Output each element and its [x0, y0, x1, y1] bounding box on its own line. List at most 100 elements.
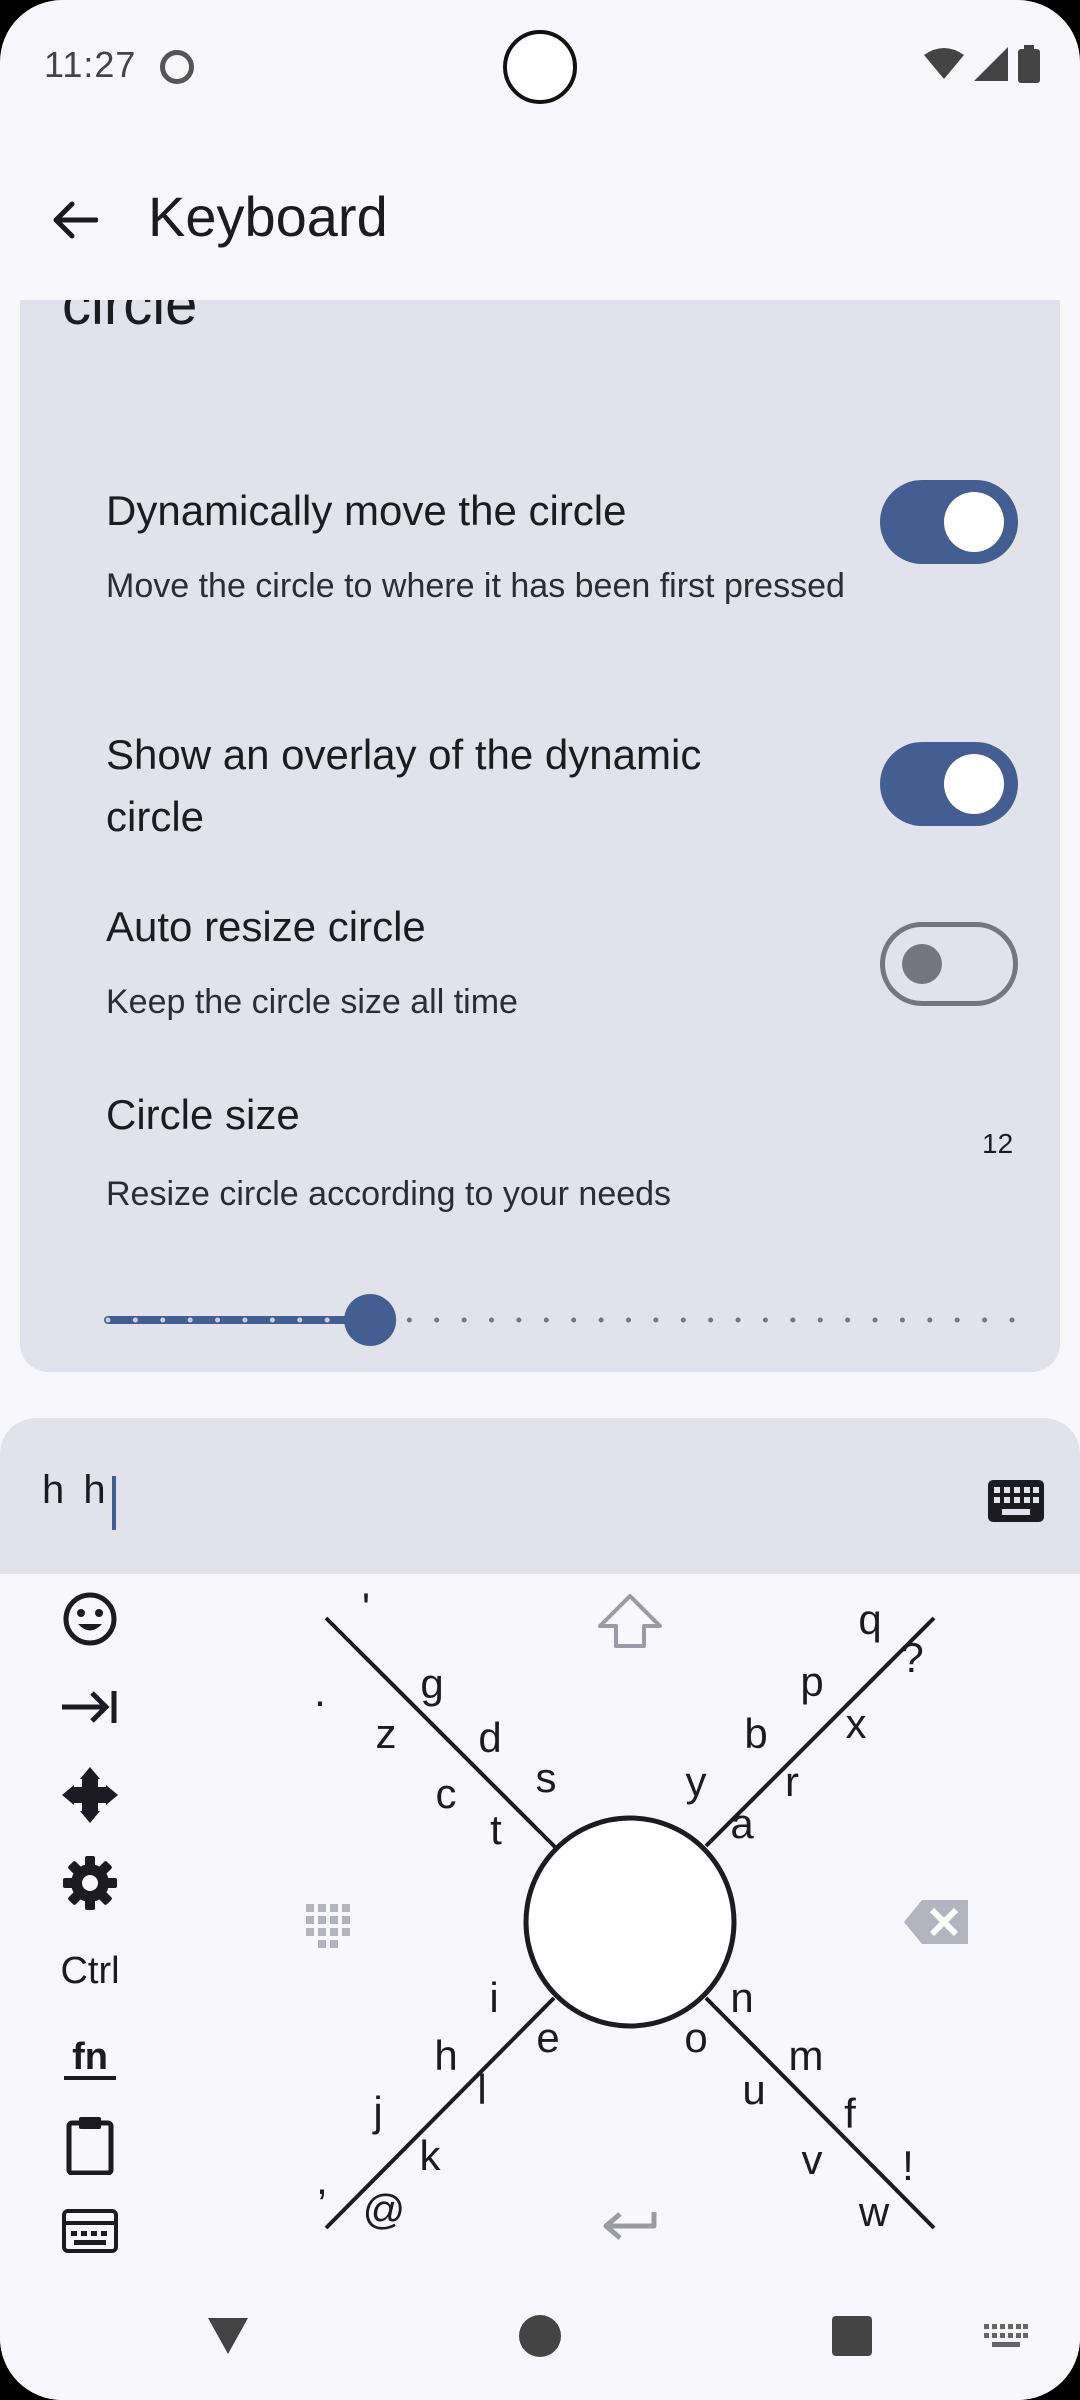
- letter-key-lower-left: ,: [316, 2156, 328, 2203]
- back-button[interactable]: [36, 182, 112, 258]
- status-bar: 11:27: [0, 0, 1080, 130]
- text-cursor: [112, 1476, 116, 1530]
- screen: 11:27 Circle auto resizing and dynamic c…: [0, 0, 1080, 2400]
- slider-tick: [790, 1317, 796, 1323]
- toggle-knob: [902, 944, 942, 984]
- letter-key-lower-left: e: [536, 2014, 559, 2061]
- slider-tick: [899, 1317, 905, 1323]
- slider-tick: [872, 1317, 878, 1323]
- slider-tick: [680, 1317, 686, 1323]
- letter-key-upper-left: z: [376, 1710, 397, 1757]
- slider-tick: [215, 1317, 221, 1323]
- circle-size-value: 12: [982, 1128, 1014, 1159]
- dynamic-move-toggle[interactable]: [880, 480, 1018, 564]
- nav-recents-icon[interactable]: [832, 2316, 872, 2356]
- nav-home-icon[interactable]: [518, 2314, 562, 2358]
- enter-icon[interactable]: [603, 2212, 657, 2240]
- status-time: 11:27: [44, 44, 137, 85]
- slider-tick: [571, 1317, 577, 1323]
- circle-keyboard[interactable]: ' g. z dc st q? px br ya ih e l jk, @ no mu fv ! w: [0, 1574, 1080, 2274]
- pref-auto-resize-subtitle: Keep the circle size all time: [106, 983, 518, 1021]
- slider-tick: [543, 1317, 549, 1323]
- top-bar: Keyboard: [0, 150, 1080, 280]
- letter-key-upper-left: ': [362, 1584, 370, 1631]
- nav-back-icon[interactable]: [204, 2314, 252, 2358]
- slider-tick: [708, 1317, 714, 1323]
- letter-key-lower-right: v: [802, 2136, 823, 2183]
- slider-tick: [817, 1317, 823, 1323]
- letter-key-lower-left: @: [363, 2186, 406, 2233]
- slider-tick: [1009, 1317, 1015, 1323]
- slider-tick: [516, 1317, 522, 1323]
- letter-key-lower-left: l: [477, 2066, 486, 2113]
- slider-active-track: [104, 1316, 371, 1324]
- camera-cutout: [503, 30, 577, 104]
- letter-key-upper-right: p: [800, 1658, 823, 1705]
- input-strip[interactable]: h h: [0, 1418, 1080, 1574]
- letter-key-upper-right: x: [846, 1700, 867, 1747]
- letter-key-lower-right: w: [858, 2188, 890, 2235]
- letter-key-upper-right: r: [785, 1758, 799, 1805]
- slider-tick: [927, 1317, 933, 1323]
- letter-key-upper-right: q: [858, 1596, 881, 1643]
- status-icons: [924, 44, 1040, 84]
- slider-tick: [735, 1317, 741, 1323]
- pref-auto-resize-title: Auto resize circle: [106, 903, 426, 950]
- numpad-icon[interactable]: [306, 1904, 350, 1948]
- pref-circle-size-subtitle: Resize circle according to your needs: [106, 1175, 672, 1213]
- slider-tick: [489, 1317, 495, 1323]
- page-title: Keyboard: [148, 185, 388, 248]
- nav-keyboard-switch-icon[interactable]: [984, 2324, 1028, 2348]
- notification-icon: [160, 50, 194, 84]
- back-arrow-icon: [53, 201, 98, 239]
- settings-card: Circle auto resizing and dynamic circle …: [20, 230, 1060, 1372]
- slider-tick: [762, 1317, 768, 1323]
- slider-tick: [598, 1317, 604, 1323]
- auto-resize-toggle[interactable]: [880, 922, 1018, 1006]
- letter-key-upper-left: d: [478, 1714, 501, 1761]
- wifi-icon: [924, 48, 964, 79]
- slider-thumb[interactable]: [344, 1294, 397, 1346]
- slider-tick: [406, 1317, 412, 1323]
- shift-icon[interactable]: [598, 1594, 662, 1648]
- slider-tick: [625, 1317, 631, 1323]
- toggle-knob: [944, 492, 1004, 552]
- letter-key-lower-right: u: [742, 2066, 765, 2113]
- typed-text: h h: [42, 1468, 110, 1512]
- circle-size-slider[interactable]: [82, 1290, 1022, 1360]
- overlay-toggle[interactable]: [880, 742, 1018, 826]
- pref-dynamic-move-title: Dynamically move the circle: [106, 487, 627, 534]
- slider-tick: [653, 1317, 659, 1323]
- letter-key-lower-right: !: [902, 2142, 914, 2189]
- letter-key-upper-right: y: [686, 1758, 707, 1805]
- letter-key-lower-right: f: [844, 2090, 856, 2137]
- toggle-knob: [944, 754, 1004, 814]
- letter-key-lower-left: k: [420, 2132, 442, 2179]
- letter-key-upper-left: s: [536, 1754, 557, 1801]
- slider-tick: [105, 1317, 111, 1323]
- letter-key-lower-left: i: [489, 1974, 498, 2021]
- letter-key-upper-right: b: [744, 1710, 767, 1757]
- slider-tick: [160, 1317, 166, 1323]
- letter-key-upper-left: c: [436, 1770, 457, 1817]
- slider-tick: [434, 1317, 440, 1323]
- letter-key-upper-right: a: [730, 1800, 754, 1847]
- letter-key-upper-left: .: [314, 1668, 326, 1715]
- center-circle[interactable]: [523, 1815, 737, 2029]
- pref-overlay-title: Show an overlay of the dynamic circle: [106, 731, 702, 840]
- slider-tick: [324, 1317, 330, 1323]
- letter-key-lower-left: j: [371, 2088, 382, 2135]
- letter-key-upper-left: g: [420, 1660, 443, 1707]
- slider-tick: [297, 1317, 303, 1323]
- slider-tick: [845, 1317, 851, 1323]
- slider-tick: [187, 1317, 193, 1323]
- letter-key-lower-right: n: [730, 1974, 753, 2021]
- slider-tick: [242, 1317, 248, 1323]
- slider-tick: [132, 1317, 138, 1323]
- keyboard-icon[interactable]: [988, 1480, 1044, 1522]
- slider-tick: [954, 1317, 960, 1323]
- letter-key-lower-right: m: [789, 2032, 824, 2079]
- slider-tick: [269, 1317, 275, 1323]
- backspace-icon[interactable]: [904, 1900, 968, 1944]
- slider-tick: [982, 1317, 988, 1323]
